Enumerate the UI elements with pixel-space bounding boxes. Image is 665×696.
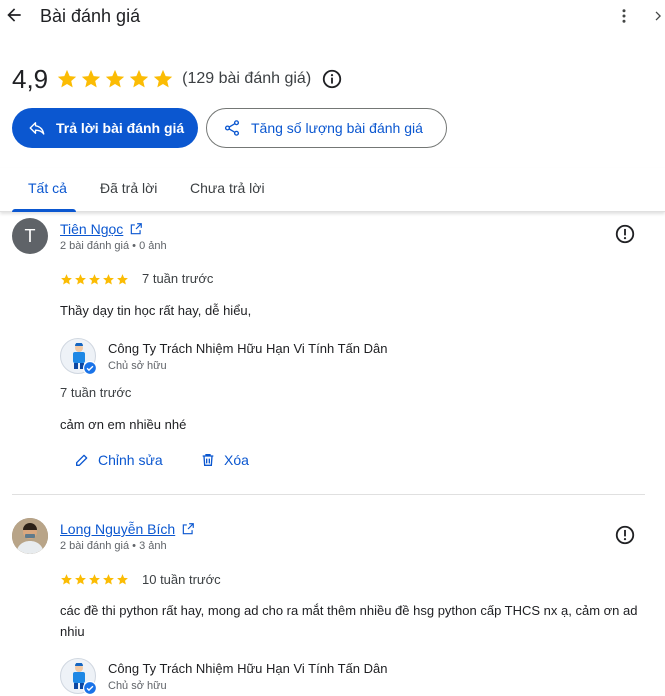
star-icon: [129, 69, 149, 88]
reply-to-reviews-button[interactable]: Trả lời bài đánh giá: [12, 108, 198, 148]
star-icon: [75, 574, 86, 585]
reviewer-name-link[interactable]: Long Nguyễn Bích: [60, 521, 195, 537]
star-icon: [117, 574, 128, 585]
verified-badge-icon: [83, 681, 97, 695]
trash-icon: [202, 454, 214, 466]
tab-replied[interactable]: Đã trả lời: [100, 180, 157, 196]
reviewer-name: Long Nguyễn Bích: [60, 521, 176, 537]
tab-all[interactable]: Tất cả: [28, 180, 67, 196]
rating-stars: [56, 68, 174, 90]
owner-avatar: [60, 658, 97, 695]
owner-avatar: [60, 338, 97, 375]
review-divider: [12, 494, 645, 495]
star-icon: [153, 69, 173, 88]
pencil-icon: [76, 454, 88, 466]
page-title: Bài đánh giá: [40, 6, 141, 26]
info-icon[interactable]: [321, 68, 343, 90]
open-in-new-icon: [182, 523, 195, 535]
star-icon: [103, 274, 114, 285]
review-text: các đề thi python rất hay, mong ad cho r…: [60, 603, 638, 639]
verified-badge-icon: [83, 361, 97, 375]
review-count: (129 bài đánh giá): [182, 70, 312, 87]
reviewer-meta: 2 bài đánh giá • 0 ảnh: [60, 240, 167, 252]
increase-reviews-label: Tăng số lượng bài đánh giá: [251, 120, 423, 136]
report-icon[interactable]: [614, 223, 636, 245]
review-text: Thầy dạy tin học rất hay, dễ hiểu,: [60, 303, 252, 318]
review-tabs: Tất cả Đã trả lời Chưa trả lời: [0, 168, 665, 212]
review-stars: [60, 273, 129, 286]
share-icon: [224, 120, 240, 136]
star-icon: [117, 274, 128, 285]
star-icon: [61, 574, 72, 585]
star-icon: [103, 574, 114, 585]
review-time: 10 tuần trước: [142, 572, 221, 587]
more-vert-icon[interactable]: [615, 6, 633, 26]
reviewer-avatar[interactable]: T: [12, 218, 48, 254]
owner-name: Công Ty Trách Nhiệm Hữu Hạn Vi Tính Tấn …: [108, 661, 388, 676]
reply-icon: [29, 122, 45, 135]
open-in-new-icon: [131, 223, 143, 235]
delete-reply-button[interactable]: Xóa: [200, 452, 249, 468]
star-icon: [89, 574, 100, 585]
top-bar: Bài đánh giá: [0, 0, 665, 34]
edit-reply-button[interactable]: Chỉnh sửa: [74, 452, 163, 468]
owner-name: Công Ty Trách Nhiệm Hữu Hạn Vi Tính Tấn …: [108, 341, 388, 356]
tab-unreplied[interactable]: Chưa trả lời: [190, 180, 265, 196]
person-photo-icon: [12, 518, 48, 554]
owner-role: Chủ sở hữu: [108, 680, 167, 692]
reviewer-meta: 2 bài đánh giá • 3 ảnh: [60, 540, 167, 552]
review-time: 7 tuần trước: [142, 271, 214, 286]
delete-reply-label: Xóa: [224, 452, 249, 468]
owner-role: Chủ sở hữu: [108, 360, 167, 372]
average-rating: 4,9: [12, 63, 49, 94]
star-icon: [89, 274, 100, 285]
reply-text: cảm ơn em nhiều nhé: [60, 417, 187, 432]
rating-summary: 4,9 (129 bài đánh giá): [12, 60, 343, 98]
active-tab-indicator: [12, 209, 76, 212]
reviewer-name: Tiên Ngọc: [60, 221, 124, 237]
report-icon[interactable]: [614, 524, 636, 546]
edit-reply-label: Chỉnh sửa: [98, 452, 163, 468]
increase-reviews-button[interactable]: Tăng số lượng bài đánh giá: [206, 108, 447, 148]
star-icon: [81, 69, 101, 88]
reply-to-reviews-label: Trả lời bài đánh giá: [56, 120, 185, 136]
star-icon: [57, 69, 77, 88]
review-stars: [60, 573, 129, 586]
star-icon: [105, 69, 125, 88]
reviewer-name-link[interactable]: Tiên Ngọc: [60, 221, 143, 237]
chevron-right-icon[interactable]: [651, 8, 665, 24]
reviewer-avatar[interactable]: [12, 518, 48, 554]
star-icon: [75, 274, 86, 285]
back-arrow-icon[interactable]: [4, 5, 24, 25]
star-icon: [61, 274, 72, 285]
reply-time: 7 tuần trước: [60, 385, 132, 400]
